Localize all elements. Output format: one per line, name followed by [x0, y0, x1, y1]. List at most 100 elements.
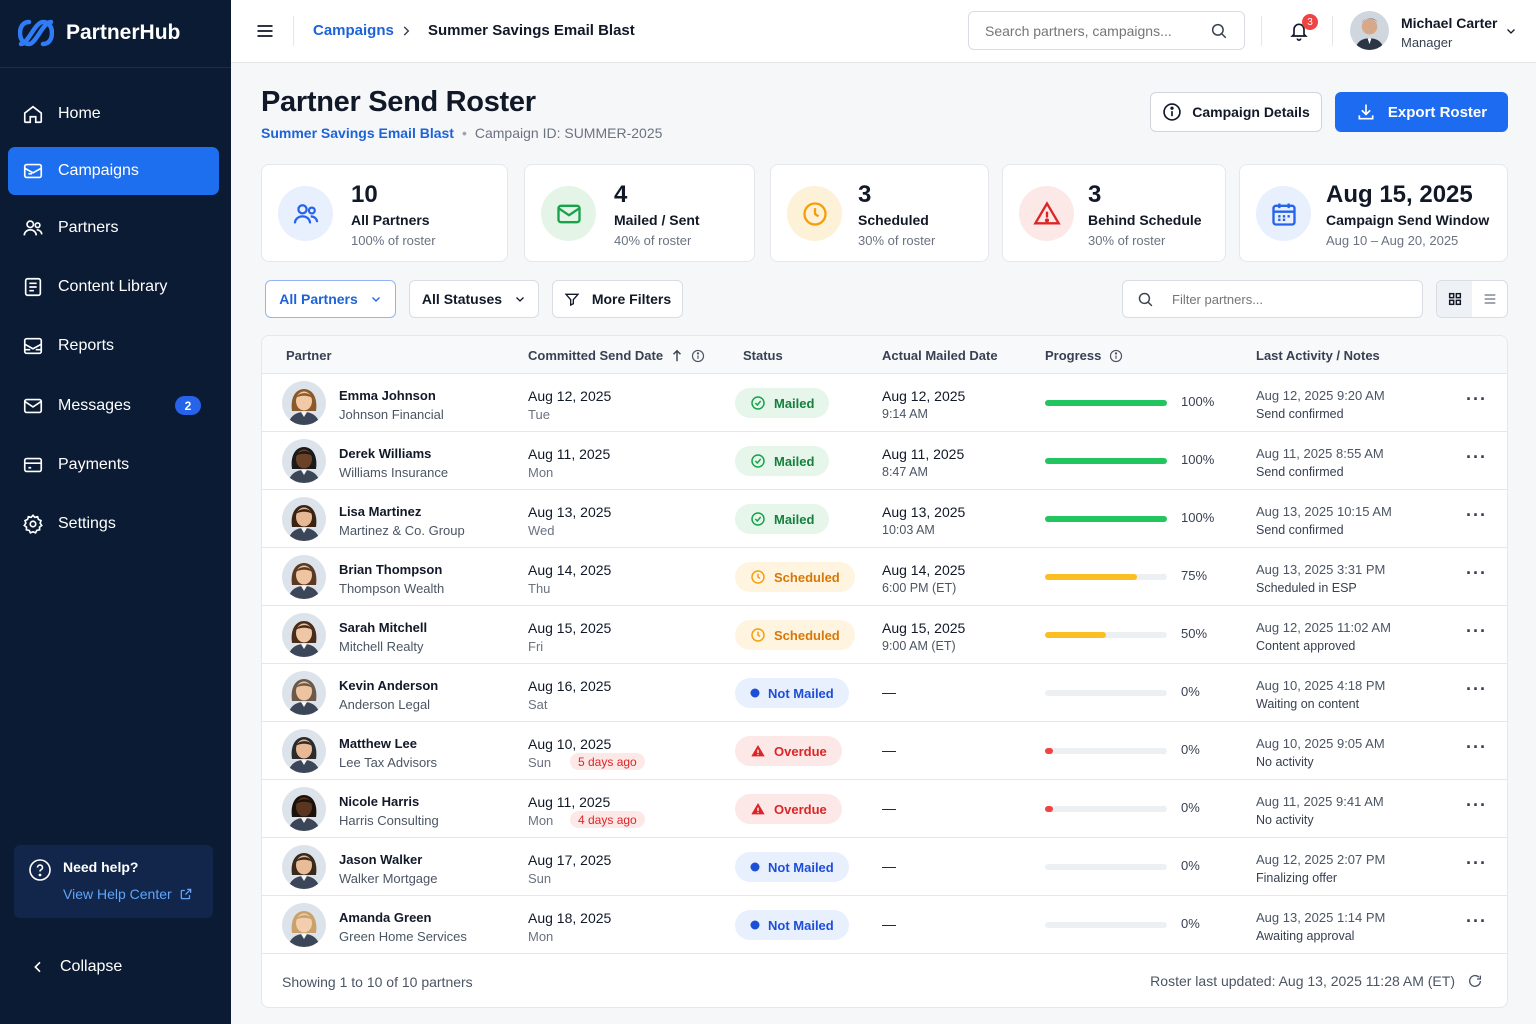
row-actions-menu[interactable]: ··· [1466, 912, 1487, 930]
sidebar-item-messages[interactable]: Messages 2 [8, 382, 219, 430]
view-toggle [1436, 280, 1508, 318]
sidebar-item-label: Partners [58, 219, 119, 236]
stat-card-all-partners[interactable]: 10 All Partners 100% of roster [261, 164, 508, 262]
table-row[interactable]: Nicole Harris Harris Consulting Aug 11, 20… [262, 780, 1507, 838]
partner-name[interactable]: Jason Walker [339, 852, 422, 867]
row-actions-menu[interactable]: ··· [1466, 448, 1487, 466]
refresh-icon[interactable] [1467, 973, 1483, 989]
info-icon[interactable] [691, 349, 705, 363]
list-view-button[interactable] [1472, 281, 1507, 317]
activity-time: Aug 10, 2025 9:05 AM [1256, 736, 1385, 751]
sidebar-item-reports[interactable]: Reports [8, 322, 219, 370]
table-row[interactable]: Derek Williams Williams Insurance Aug 11, … [262, 432, 1507, 490]
row-actions-menu[interactable]: ··· [1466, 680, 1487, 698]
avatar[interactable] [282, 787, 326, 831]
partner-name[interactable]: Nicole Harris [339, 794, 419, 809]
stat-card-behind-schedule[interactable]: 3 Behind Schedule 30% of roster [1002, 164, 1226, 262]
mailed-time: 6:00 PM (ET) [882, 581, 957, 595]
table-row[interactable]: Lisa Martinez Martinez & Co. Group Aug 13,… [262, 490, 1507, 548]
sidebar-item-partners[interactable]: Partners [8, 204, 219, 252]
committed-day: Sat [528, 697, 548, 712]
partner-name[interactable]: Sarah Mitchell [339, 620, 427, 635]
search-input[interactable] [985, 22, 1185, 39]
stat-card-scheduled[interactable]: 3 Scheduled 30% of roster [770, 164, 989, 262]
avatar[interactable] [282, 497, 326, 541]
status-label: Overdue [774, 801, 827, 817]
avatar[interactable] [282, 381, 326, 425]
stat-card-send-window[interactable]: Aug 15, 2025 Campaign Send Window Aug 10… [1239, 164, 1508, 262]
table-row[interactable]: Kevin Anderson Anderson Legal Aug 16, 2025… [262, 664, 1507, 722]
partner-name[interactable]: Kevin Anderson [339, 678, 438, 693]
partner-name[interactable]: Derek Williams [339, 446, 431, 461]
activity-time: Aug 10, 2025 4:18 PM [1256, 678, 1386, 693]
column-header-last-activity[interactable]: Last Activity / Notes [1256, 348, 1380, 363]
user-name[interactable]: Michael Carter [1401, 15, 1497, 31]
avatar[interactable] [282, 903, 326, 947]
collapse-button[interactable]: Collapse [30, 958, 122, 976]
info-icon[interactable] [1109, 349, 1123, 363]
app-logo[interactable]: PartnerHub [18, 16, 180, 50]
column-header-actual-date[interactable]: Actual Mailed Date [882, 348, 998, 363]
sidebar-item-campaigns[interactable]: Campaigns [8, 147, 219, 195]
row-actions-menu[interactable]: ··· [1466, 506, 1487, 524]
table-row[interactable]: Emma Johnson Johnson Financial Aug 12, 202… [262, 374, 1507, 432]
hamburger-menu-icon[interactable] [255, 21, 275, 41]
partner-avatar-image [282, 381, 326, 425]
table-row[interactable]: Sarah Mitchell Mitchell Realty Aug 15, 202… [262, 606, 1507, 664]
filter-partners-input[interactable] [1172, 291, 1392, 307]
committed-day: Wed [528, 523, 555, 538]
partner-name[interactable]: Amanda Green [339, 910, 431, 925]
sidebar-item-content-library[interactable]: Content Library [8, 263, 219, 311]
sidebar-item-payments[interactable]: Payments [8, 441, 219, 489]
partner-name[interactable]: Matthew Lee [339, 736, 417, 751]
partners-filter-dropdown[interactable]: All Partners [265, 280, 396, 318]
table-row[interactable]: Jason Walker Walker Mortgage Aug 17, 2025 S… [262, 838, 1507, 896]
statuses-filter-dropdown[interactable]: All Statuses [409, 280, 539, 318]
avatar[interactable] [282, 439, 326, 483]
row-actions-menu[interactable]: ··· [1466, 390, 1487, 408]
chevron-right-icon [403, 26, 410, 36]
column-header-committed-date[interactable]: Committed Send Date [528, 348, 705, 363]
column-header-status[interactable]: Status [743, 348, 783, 363]
avatar[interactable] [282, 845, 326, 889]
table-row[interactable]: Brian Thompson Thompson Wealth Aug 14, 202… [262, 548, 1507, 606]
row-actions-menu[interactable]: ··· [1466, 796, 1487, 814]
row-actions-menu[interactable]: ··· [1466, 622, 1487, 640]
activity-note: Finalizing offer [1256, 871, 1338, 885]
row-actions-menu[interactable]: ··· [1466, 564, 1487, 582]
column-header-partner[interactable]: Partner [286, 348, 332, 363]
row-actions-menu[interactable]: ··· [1466, 854, 1487, 872]
breadcrumb-campaigns[interactable]: Campaigns [313, 22, 394, 39]
filter-partners-search[interactable] [1122, 280, 1423, 318]
avatar[interactable] [1350, 11, 1389, 50]
export-roster-button[interactable]: Export Roster [1335, 92, 1508, 132]
mailed-time: 9:00 AM (ET) [882, 639, 956, 653]
messages-badge: 2 [175, 396, 201, 415]
help-center-link[interactable]: View Help Center [63, 886, 193, 902]
campaign-details-button[interactable]: Campaign Details [1150, 92, 1322, 132]
stat-value: 3 [858, 181, 872, 208]
more-filters-button[interactable]: More Filters [552, 280, 683, 318]
partner-name[interactable]: Lisa Martinez [339, 504, 421, 519]
avatar[interactable] [282, 671, 326, 715]
sidebar-item-home[interactable]: Home [8, 90, 219, 138]
table-row[interactable]: Amanda Green Green Home Services Aug 18, 2… [262, 896, 1507, 954]
row-actions-menu[interactable]: ··· [1466, 738, 1487, 756]
page-subtitle: Summer Savings Email Blast • Campaign ID… [261, 125, 662, 141]
chevron-down-icon[interactable] [1505, 25, 1517, 37]
global-search[interactable] [968, 11, 1245, 50]
partner-name[interactable]: Emma Johnson [339, 388, 436, 403]
grid-view-button[interactable] [1437, 281, 1472, 317]
avatar[interactable] [282, 613, 326, 657]
table-row[interactable]: Matthew Lee Lee Tax Advisors Aug 10, 2025 S… [262, 722, 1507, 780]
campaign-link[interactable]: Summer Savings Email Blast [261, 125, 454, 141]
search-icon[interactable] [1210, 22, 1228, 40]
partner-name[interactable]: Brian Thompson [339, 562, 442, 577]
mailed-date: Aug 14, 2025 [882, 562, 966, 578]
avatar[interactable] [282, 729, 326, 773]
stat-card-mailed[interactable]: 4 Mailed / Sent 40% of roster [524, 164, 755, 262]
column-header-progress[interactable]: Progress [1045, 348, 1123, 363]
avatar[interactable] [282, 555, 326, 599]
sidebar-item-settings[interactable]: Settings [8, 500, 219, 548]
sort-icon[interactable] [671, 349, 683, 363]
